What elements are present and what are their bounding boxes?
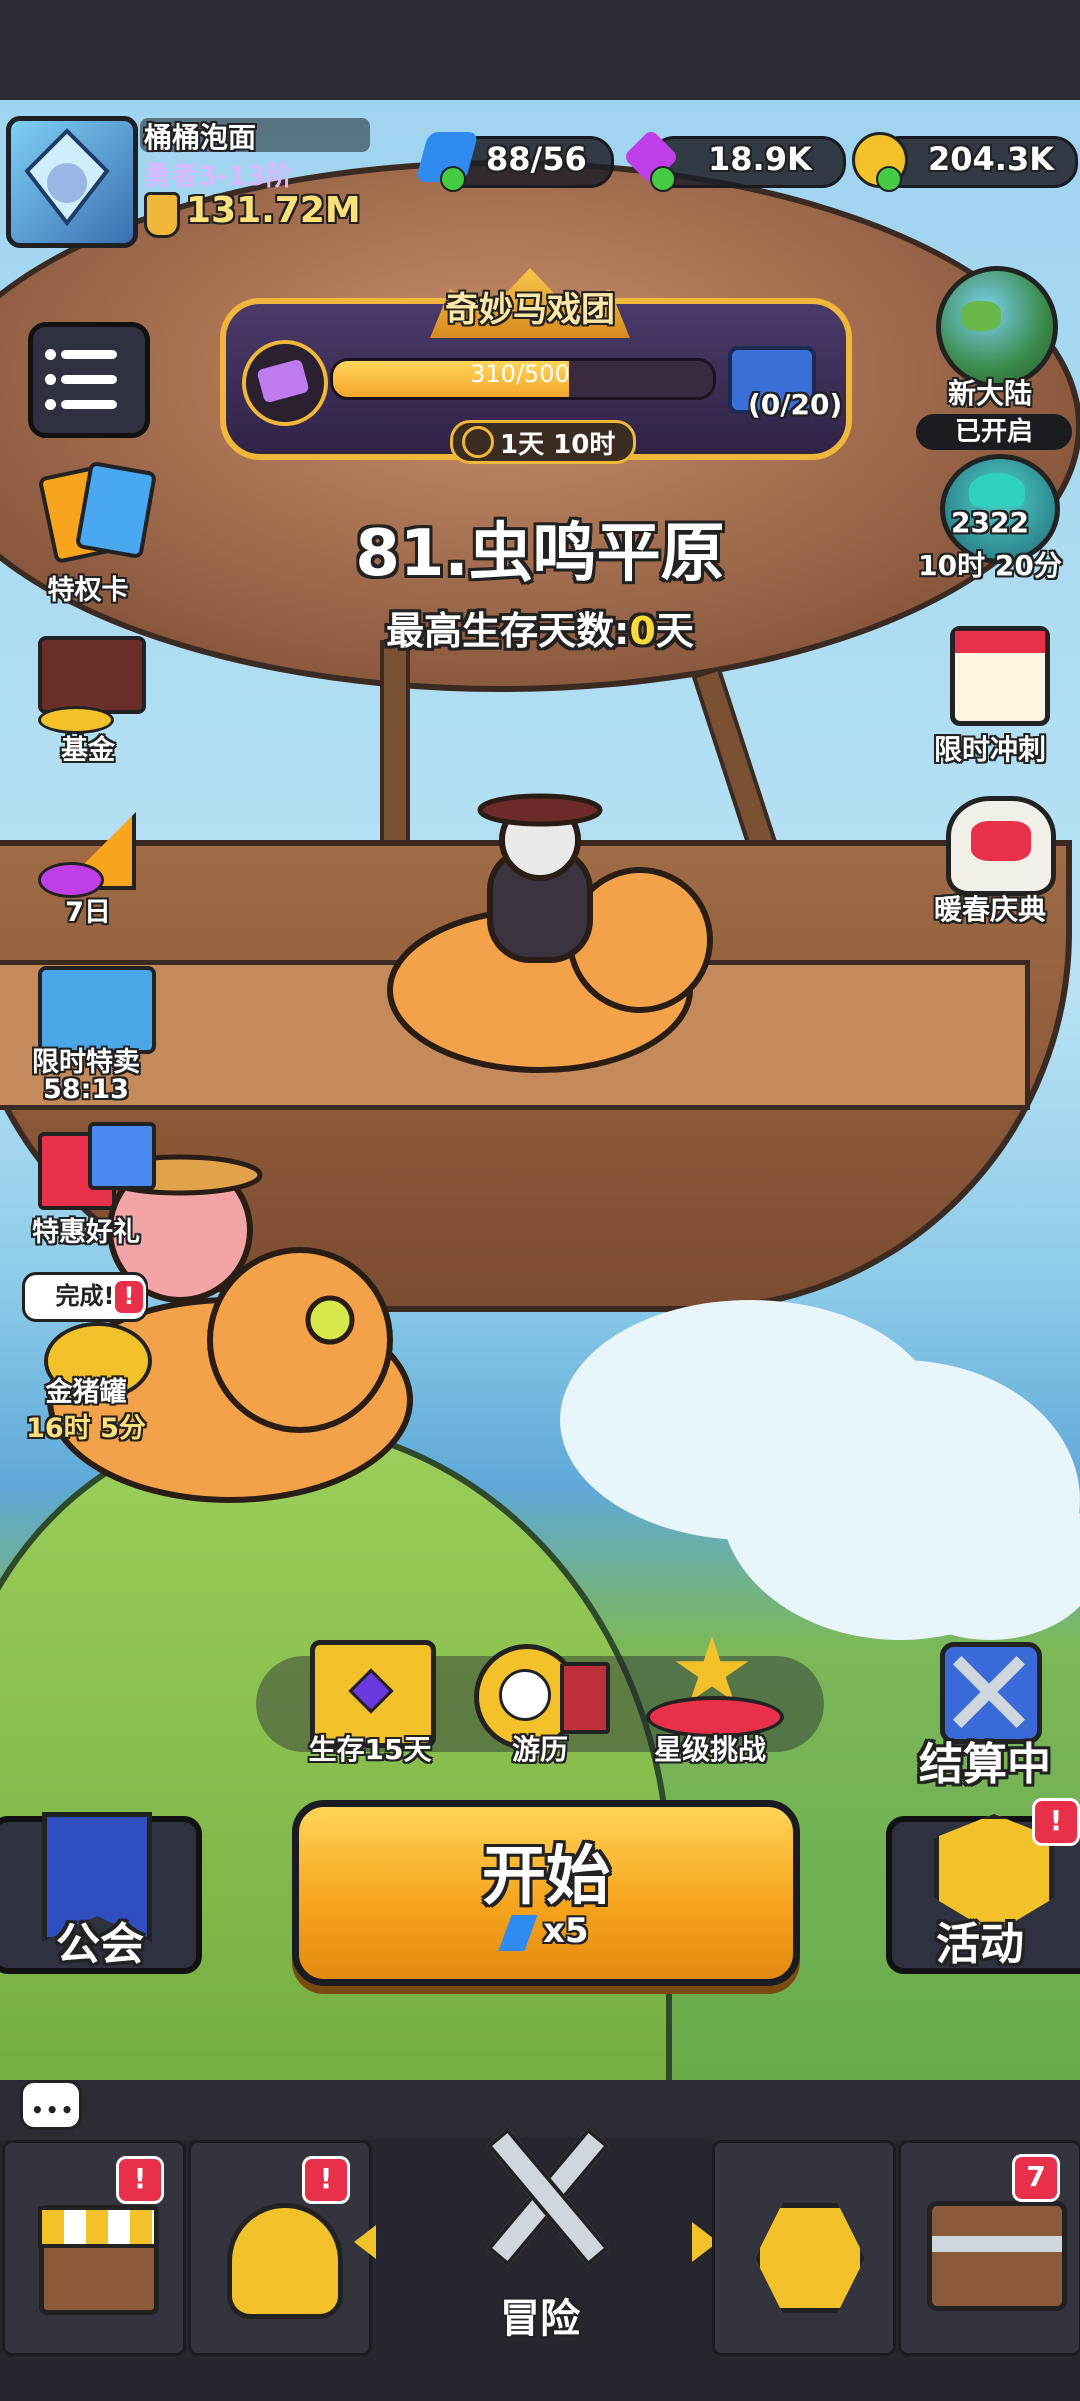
planet-icon [961, 301, 1001, 331]
add-gem-icon[interactable] [650, 166, 676, 192]
top-hud: 桶桶泡面 勇者3-13阶 131.72M 88/56 18.9K 204.3K [0, 108, 1080, 248]
treasure-chest-icon [927, 2201, 1067, 2311]
lion-dance-icon [971, 821, 1031, 861]
energy-value: 88/56 [486, 140, 587, 178]
fund-button[interactable] [28, 626, 158, 736]
bottom-navigation: ! ! 冒险 7 [0, 2127, 1080, 2401]
helmet-icon [227, 2203, 343, 2319]
event-reward-count: (0/20) [748, 388, 843, 421]
privilege-card-button[interactable] [28, 460, 158, 572]
stopwatch-icon [462, 426, 494, 458]
start-cost: x5 [543, 1911, 589, 1951]
treasure-chest-icon [348, 1668, 394, 1714]
start-button[interactable]: 开始 x5 [292, 1800, 800, 1986]
left-menu-label: 基金 [61, 735, 115, 766]
coin-value: 204.3K [928, 140, 1055, 178]
seven-day-button[interactable] [28, 792, 158, 902]
nav-adventure-label: 冒险 [500, 2296, 580, 2342]
fund-chart-icon [38, 636, 146, 714]
best-survival-value: 0 [629, 609, 656, 653]
player-rank: 勇者3-13阶 [144, 161, 293, 192]
limited-sprint-button[interactable] [950, 626, 1050, 726]
mushroom-icon [969, 473, 1025, 507]
crystal-hero-icon [24, 128, 110, 227]
new-continent-status: 已开启 [954, 417, 1033, 447]
add-energy-icon[interactable] [440, 166, 466, 192]
settlement-label: 结算中 [919, 1739, 1051, 1790]
special-gift-button[interactable] [28, 1112, 158, 1222]
spring-festival-button[interactable] [946, 796, 1056, 896]
quick-action-label: 游历 [511, 1733, 568, 1766]
right-menu-label: 限时冲刺 [933, 733, 1046, 766]
equipment-alert-badge: ! [302, 2156, 350, 2204]
limited-sale-timer: 58:13 [43, 1074, 129, 1105]
best-survival: 最高生存天数:0天 [0, 600, 1080, 655]
activity-label: 活动 [936, 1919, 1024, 1970]
nav-adventure[interactable]: 冒险 [376, 2127, 704, 2378]
new-continent-button[interactable] [936, 266, 1058, 388]
golden-pig-timer: 16时 5分 [26, 1413, 146, 1444]
circus-event-panel[interactable]: 奇妙马戏团 310/500 (0/20) 1天 10时 [200, 268, 860, 464]
guild-label: 公会 [56, 1919, 144, 1970]
quick-action-label: 生存15天 [308, 1733, 432, 1766]
star-challenge-button[interactable] [646, 1636, 784, 1738]
left-menu-label: 7日 [65, 897, 111, 928]
quick-action-label: 星级挑战 [653, 1733, 766, 1766]
main-menu-button[interactable] [28, 322, 150, 438]
chat-bubble-icon: ••• [31, 2098, 76, 2122]
crossed-swords-icon [486, 2118, 610, 2268]
mushroom-event-count: 2322 [951, 506, 1029, 539]
player-avatar[interactable] [6, 116, 138, 248]
player-power: 131.72M [186, 190, 361, 231]
chest-count-badge: 7 [1012, 2154, 1060, 2202]
right-menu-label: 暖春庆典 [933, 893, 1046, 926]
mushroom-event-timer: 10时 20分 [918, 549, 1062, 582]
gem-value: 18.9K [708, 140, 812, 178]
ticket-icon [242, 340, 328, 426]
left-menu-label: 特权卡 [47, 575, 129, 606]
activity-alert-badge: ! [1032, 1798, 1080, 1846]
event-progress-text: 310/500 [470, 360, 570, 388]
right-menu-label: 新大陆 [947, 377, 1032, 410]
start-button-label: 开始 [482, 1840, 610, 1914]
status-bar [0, 0, 1080, 100]
compass-icon [499, 1669, 551, 1721]
settlement-button[interactable] [934, 1636, 1042, 1744]
tiger-mount-character [387, 793, 713, 1073]
calendar-sprint-icon [955, 631, 1045, 653]
left-menu-label: 金猪罐 [45, 1377, 127, 1408]
best-survival-label: 最高生存天数: [386, 609, 630, 653]
event-timer-text: 1天 10时 [500, 430, 616, 460]
event-title: 奇妙马戏团 [445, 290, 615, 330]
pig-complete-text: 完成! [55, 1282, 115, 1310]
power-shield-icon [144, 192, 180, 238]
map-book-icon [560, 1662, 610, 1734]
left-menu-label: 特惠好礼 [32, 1217, 140, 1248]
add-coin-icon[interactable] [876, 166, 902, 192]
upgrade-arrow-icon [755, 2203, 865, 2313]
player-name: 桶桶泡面 [144, 121, 257, 154]
nav-upgrade[interactable] [712, 2140, 896, 2356]
shop-icon [38, 2205, 159, 2315]
chat-button[interactable]: ••• [20, 2080, 82, 2130]
best-survival-unit: 天 [655, 609, 694, 653]
pig-alert-badge: ! [112, 1278, 146, 1316]
shop-alert-badge: ! [116, 2156, 164, 2204]
lightning-energy-icon [498, 1915, 538, 1951]
